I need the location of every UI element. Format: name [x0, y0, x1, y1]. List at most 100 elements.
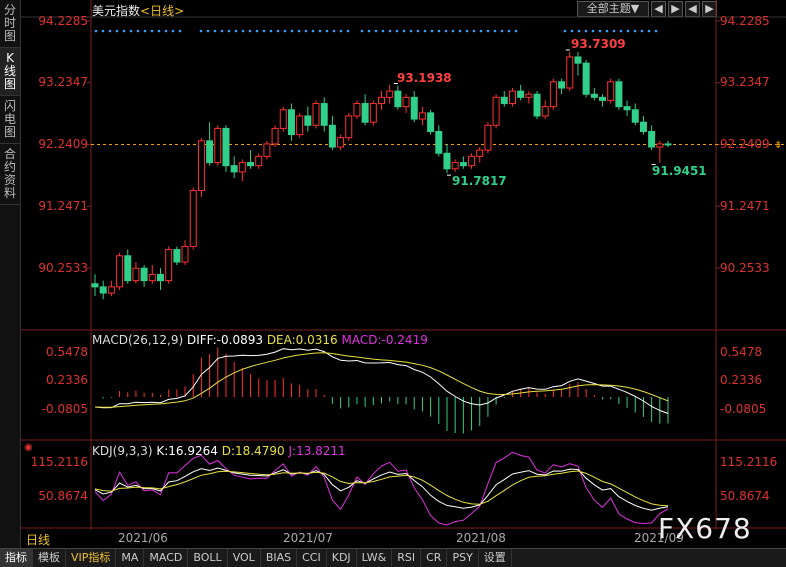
x-axis-label: 2021/07 — [283, 531, 333, 545]
price-axis-left-label: 93.2347 — [38, 75, 88, 89]
candle-body — [181, 245, 189, 263]
macd-axis-label: 0.2336 — [46, 373, 88, 387]
candle-body — [116, 255, 124, 288]
candle-body — [541, 106, 549, 117]
candle-body — [353, 103, 361, 117]
price-axis-left-label: 90.2533 — [38, 261, 88, 275]
event-dot — [122, 29, 126, 33]
candle-body — [533, 93, 541, 117]
event-dot — [136, 29, 140, 33]
candle-body — [304, 115, 312, 126]
event-dot — [563, 29, 567, 33]
current-price-marker-icon: ⇟ — [774, 140, 783, 151]
event-dot — [430, 29, 434, 33]
candle-body — [566, 56, 574, 89]
kdj-axis-label: 115.2116 — [30, 455, 88, 469]
event-dot — [143, 29, 147, 33]
candle-body — [271, 127, 279, 145]
tab-kdj[interactable]: KDJ — [327, 549, 357, 567]
event-dot — [388, 29, 392, 33]
event-dot — [199, 29, 203, 33]
tab-cr[interactable]: CR — [421, 549, 448, 567]
candle-body — [328, 124, 336, 148]
tab-bias[interactable]: BIAS — [261, 549, 298, 567]
period-selector[interactable]: 日线 — [26, 531, 50, 548]
tab-boll[interactable]: BOLL — [188, 549, 228, 567]
indicator-tab-bar: 指标 模板 VIP指标 MA MACD BOLL VOL BIAS CCI KDJ LW& RSI CR… — [0, 548, 786, 567]
price-axis-right-label: 93.2347 — [720, 75, 770, 89]
event-dot — [514, 29, 518, 33]
event-dot — [374, 29, 378, 33]
event-dot — [339, 29, 343, 33]
event-dot — [283, 29, 287, 33]
event-dot — [416, 29, 420, 33]
event-dot — [402, 29, 406, 33]
tab-ma[interactable]: MA — [116, 549, 145, 567]
tab-vip-indicators[interactable]: VIP指标 — [66, 549, 117, 567]
candle-body — [574, 56, 582, 64]
event-dot — [458, 29, 462, 33]
candle-body — [402, 96, 410, 108]
candle-body — [459, 162, 467, 167]
event-dot — [150, 29, 154, 33]
event-dot — [619, 29, 623, 33]
macd-axis-label: 0.5478 — [46, 345, 88, 359]
candle-body — [410, 96, 418, 120]
watermark-logo: FX678 — [658, 512, 752, 545]
candle-body — [296, 115, 304, 136]
candle-body — [427, 112, 435, 133]
candle-body — [451, 162, 459, 170]
high-annotation: 93.7309 — [571, 37, 626, 51]
tab-settings[interactable]: 设置 — [479, 549, 512, 567]
event-dot — [451, 29, 455, 33]
macd-axis-label: -0.0805 — [41, 402, 88, 416]
tab-vol[interactable]: VOL — [228, 549, 261, 567]
candle-body — [443, 152, 451, 170]
candle-body — [279, 109, 287, 129]
event-dot — [360, 29, 364, 33]
candle-body — [107, 286, 115, 294]
tab-cci[interactable]: CCI — [297, 549, 327, 567]
event-dot — [94, 29, 98, 33]
tab-lw[interactable]: LW& — [357, 549, 393, 567]
candle-body — [418, 112, 426, 120]
candle-body — [492, 96, 500, 126]
candle-body — [165, 249, 173, 282]
event-dot — [227, 29, 231, 33]
candle-body — [312, 103, 320, 126]
candle-body — [206, 140, 214, 164]
candle-body — [664, 143, 672, 146]
low-annotation: 91.7817 — [452, 174, 507, 188]
kdj-name[interactable]: KDJ(9,3,3) — [92, 444, 153, 458]
event-dot — [437, 29, 441, 33]
candle-body — [132, 267, 140, 282]
event-dot — [640, 29, 644, 33]
candle-body — [615, 81, 623, 108]
event-dot — [381, 29, 385, 33]
macd-name[interactable]: MACD(26,12,9) — [92, 333, 183, 347]
price-axis-right-label: 91.2471 — [720, 199, 770, 213]
x-axis-label: 2021/08 — [456, 531, 506, 545]
event-dot — [395, 29, 399, 33]
candle-body — [124, 255, 132, 282]
event-dot — [409, 29, 413, 33]
tab-indicators[interactable]: 指标 — [0, 549, 33, 567]
event-dot — [570, 29, 574, 33]
event-dot — [472, 29, 476, 33]
event-dot — [493, 29, 497, 33]
indicator-settings-icon[interactable]: ◉ — [24, 442, 33, 453]
tab-psy[interactable]: PSY — [447, 549, 479, 567]
tab-template[interactable]: 模板 — [33, 549, 66, 567]
event-dot — [171, 29, 175, 33]
event-dot — [633, 29, 637, 33]
event-dot — [584, 29, 588, 33]
event-dot — [612, 29, 616, 33]
candle-body — [361, 103, 369, 123]
tab-rsi[interactable]: RSI — [392, 549, 422, 567]
tab-macd[interactable]: MACD — [144, 549, 189, 567]
price-axis-right-label: 92.2409 — [720, 137, 770, 151]
price-chart[interactable] — [0, 0, 786, 566]
event-dot — [626, 29, 630, 33]
kdj-k-line — [94, 467, 669, 511]
candle-body — [525, 93, 533, 98]
